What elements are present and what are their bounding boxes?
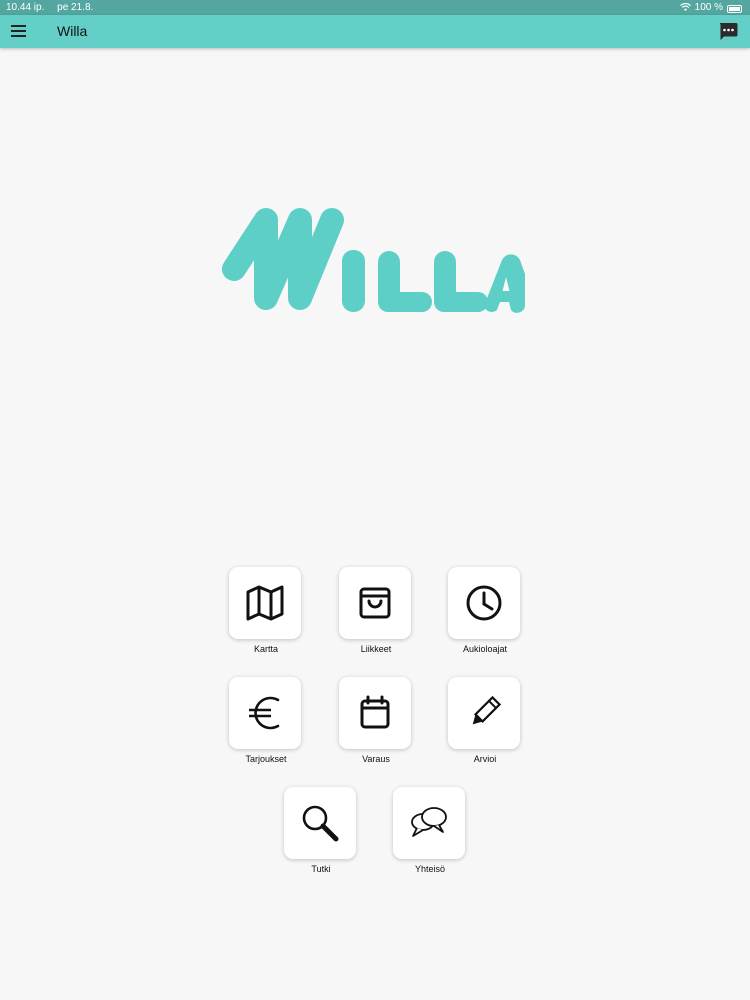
battery-percent: 100 % xyxy=(694,2,723,13)
kartta-label: Kartta xyxy=(253,644,278,654)
status-date: pe 21.8. xyxy=(57,2,94,13)
arvioi-label: Arvioi xyxy=(473,754,497,764)
yhteiso-label: Yhteisö xyxy=(414,864,446,874)
app-bar: Willa xyxy=(0,15,750,48)
tutki-tile[interactable] xyxy=(284,787,356,859)
shopping-bag-icon xyxy=(359,587,391,619)
calendar-icon xyxy=(360,695,390,729)
varaus-tile[interactable] xyxy=(339,677,411,749)
menu-item-tutki[interactable]: Tutki xyxy=(284,787,358,875)
aukioloajat-tile[interactable] xyxy=(448,567,520,639)
tarjoukset-label: Tarjoukset xyxy=(245,754,287,764)
varaus-label: Varaus xyxy=(362,754,390,764)
status-left: 10.44 ip. pe 21.8. xyxy=(6,0,103,15)
wifi-icon xyxy=(679,3,691,11)
menu-item-varaus[interactable]: Varaus xyxy=(339,677,413,765)
clock-icon xyxy=(466,585,502,621)
pencil-icon xyxy=(472,695,502,725)
search-icon xyxy=(302,805,339,842)
euro-icon xyxy=(249,696,280,730)
tarjoukset-tile[interactable] xyxy=(229,677,301,749)
menu-item-yhteiso[interactable]: Yhteisö xyxy=(393,787,467,875)
map-icon xyxy=(246,585,284,621)
menu-item-aukioloajat[interactable]: Aukioloajat xyxy=(448,567,522,655)
app-title: Willa xyxy=(57,23,88,39)
chat-bubble-icon[interactable] xyxy=(718,21,738,41)
aukioloajat-label: Aukioloajat xyxy=(462,644,508,654)
liikkeet-label: Liikkeet xyxy=(360,644,392,654)
kartta-tile[interactable] xyxy=(229,567,301,639)
menu-item-tarjoukset[interactable]: Tarjoukset xyxy=(229,677,303,765)
hamburger-menu-icon[interactable] xyxy=(8,21,30,41)
menu-item-liikkeet[interactable]: Liikkeet xyxy=(339,567,413,655)
yhteiso-tile[interactable] xyxy=(393,787,465,859)
tutki-label: Tutki xyxy=(311,864,331,874)
status-time: 10.44 ip. xyxy=(6,2,45,13)
willa-logo xyxy=(222,208,525,313)
speech-bubbles-icon xyxy=(411,807,447,837)
status-right: 100 % xyxy=(679,0,742,15)
battery-icon xyxy=(727,5,742,13)
status-bar: 10.44 ip. pe 21.8. 100 % xyxy=(0,0,750,15)
menu-item-kartta[interactable]: Kartta xyxy=(229,567,303,655)
menu-item-arvioi[interactable]: Arvioi xyxy=(448,677,522,765)
arvioi-tile[interactable] xyxy=(448,677,520,749)
liikkeet-tile[interactable] xyxy=(339,567,411,639)
